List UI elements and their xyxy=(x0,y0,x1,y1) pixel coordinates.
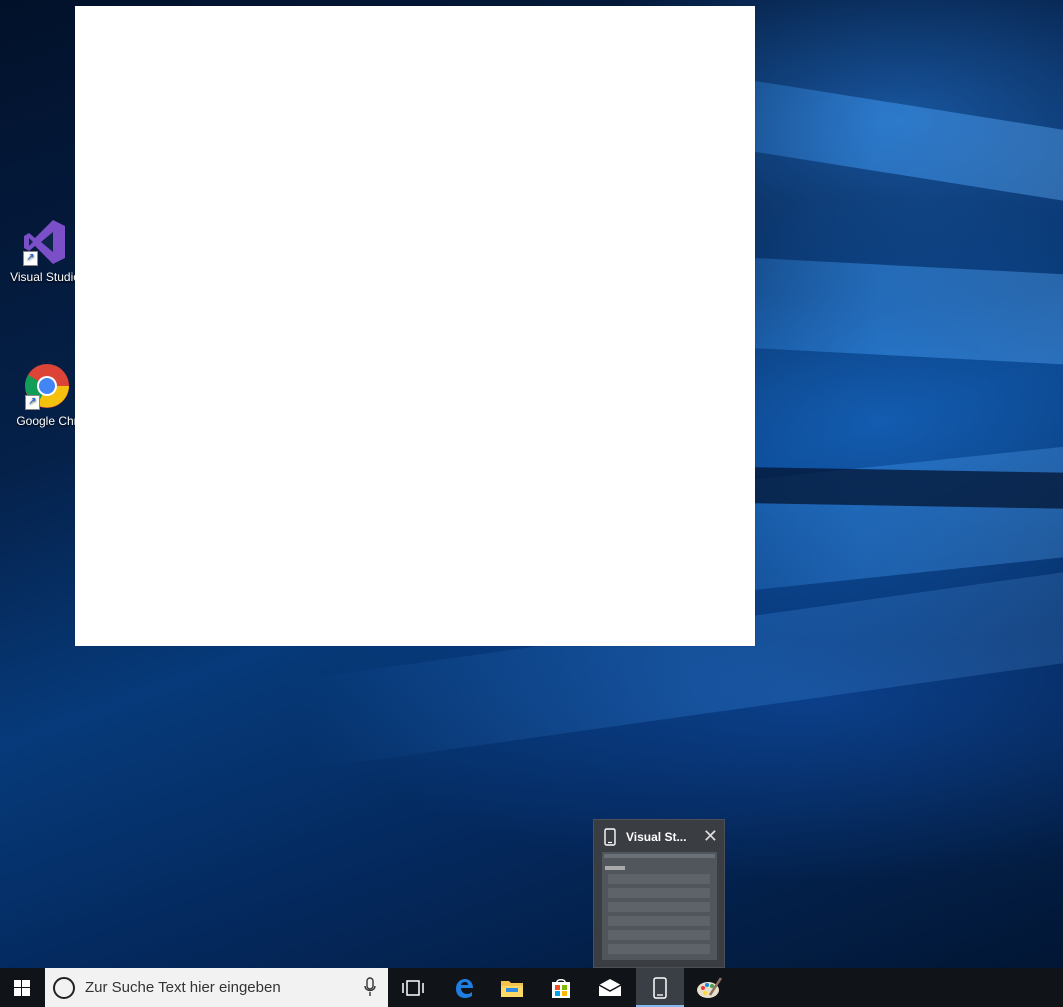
task-view-button[interactable] xyxy=(389,968,437,1007)
cortana-icon xyxy=(53,977,75,999)
thumbnail-title-bar: Visual St... ✕ xyxy=(602,826,722,848)
start-icon xyxy=(14,979,30,996)
mail-icon xyxy=(598,978,622,996)
task-view-icon xyxy=(402,979,424,996)
search-placeholder: Zur Suche Text hier eingeben xyxy=(85,979,281,996)
shortcut-arrow-icon: ↗ xyxy=(25,395,40,410)
phone-app-icon xyxy=(653,976,667,999)
blank-window[interactable] xyxy=(75,6,755,646)
thumbnail-title: Visual St... xyxy=(626,830,687,844)
search-box[interactable]: Zur Suche Text hier eingeben xyxy=(45,968,388,1007)
shortcut-arrow-icon: ↗ xyxy=(23,251,38,266)
edge-button[interactable] xyxy=(440,968,488,1007)
mail-button[interactable] xyxy=(586,968,634,1007)
wallpaper-band xyxy=(739,467,1063,509)
microphone-icon[interactable] xyxy=(364,977,376,997)
file-explorer-icon xyxy=(501,980,523,997)
visual-studio-icon: ↗ xyxy=(21,218,69,266)
start-button[interactable] xyxy=(0,968,44,1007)
desktop: ↗ Visual Studio ↗ Google Chr Visual St..… xyxy=(0,0,1063,968)
file-explorer-button[interactable] xyxy=(488,968,536,1007)
store-icon xyxy=(552,978,570,998)
thumbnail-window-preview xyxy=(602,852,717,960)
paint-button[interactable] xyxy=(685,968,733,1007)
store-button[interactable] xyxy=(537,968,585,1007)
taskbar-thumbnail-preview[interactable]: Visual St... ✕ xyxy=(593,819,725,968)
chrome-icon: ↗ xyxy=(23,362,71,410)
edge-icon xyxy=(456,978,473,998)
paint-icon xyxy=(697,976,722,998)
close-icon[interactable]: ✕ xyxy=(703,826,718,847)
phone-app-button[interactable] xyxy=(636,968,684,1007)
phone-icon xyxy=(604,828,616,846)
